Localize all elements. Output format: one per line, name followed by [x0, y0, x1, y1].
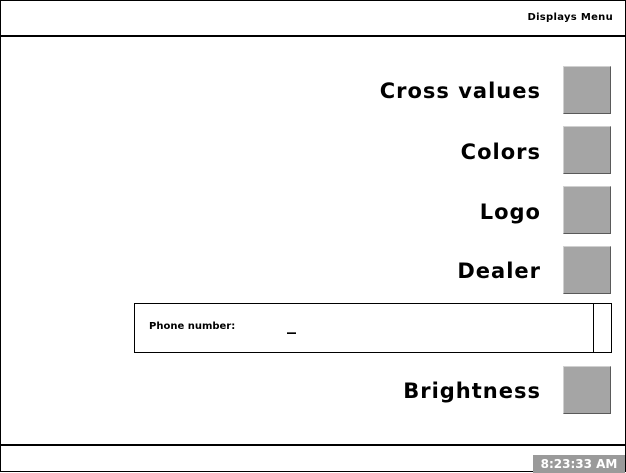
- cross-values-button[interactable]: [563, 66, 611, 114]
- phone-field-divider: [593, 303, 594, 353]
- phone-number-label: Phone number:: [149, 321, 236, 332]
- dealer-button[interactable]: [563, 246, 611, 294]
- menu-title: Displays Menu: [527, 12, 613, 23]
- option-label-brightness: Brightness: [403, 379, 541, 403]
- display-screen: Displays Menu Cross values Colors Logo D…: [0, 0, 626, 473]
- clock-display: 8:23:33 AM: [533, 455, 625, 473]
- option-label-logo: Logo: [479, 200, 541, 224]
- colors-button[interactable]: [563, 126, 611, 174]
- footer-bar: 8:23:33 AM: [1, 444, 625, 473]
- phone-number-input-cursor[interactable]: _: [287, 314, 296, 335]
- option-label-cross-values: Cross values: [379, 79, 541, 103]
- header-bar: Displays Menu: [1, 1, 625, 37]
- brightness-button[interactable]: [563, 366, 611, 414]
- phone-number-field[interactable]: Phone number: _: [134, 303, 612, 353]
- option-label-colors: Colors: [460, 140, 541, 164]
- option-label-dealer: Dealer: [457, 259, 541, 283]
- logo-button[interactable]: [563, 186, 611, 234]
